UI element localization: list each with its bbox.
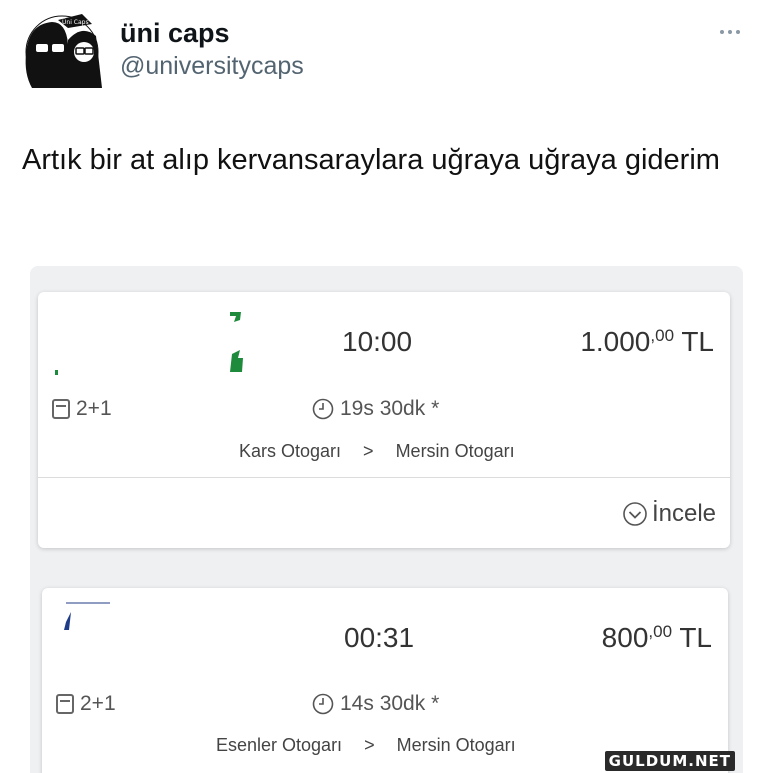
bus-company-logo: [55, 312, 243, 375]
more-button[interactable]: [712, 24, 748, 40]
clock-icon: [312, 693, 334, 715]
trip-duration: 14s 30dk *: [312, 692, 439, 716]
route-arrow: >: [364, 735, 375, 755]
route-origin: Kars Otogarı: [239, 441, 342, 461]
route-arrow: >: [363, 441, 374, 461]
avatar[interactable]: Üni Caps: [22, 14, 104, 88]
display-name[interactable]: üni caps: [120, 18, 230, 49]
trip-duration: 19s 30dk *: [312, 397, 439, 421]
avatar-logo-text: Üni Caps: [62, 19, 89, 26]
card-divider: [38, 477, 730, 478]
chevron-down-circle-icon: [623, 502, 647, 526]
departure-time: 00:31: [344, 622, 415, 653]
seat-icon: [56, 694, 74, 714]
route-destination: Mersin Otogarı: [396, 735, 516, 755]
site-watermark: GULDUM.NET: [604, 751, 735, 771]
tweet-media-screenshot[interactable]: 10:00 1.000,00 TL 2+1 19s 30dk * Kars Ot…: [30, 266, 743, 773]
bus-company-logo: [64, 602, 110, 630]
tweet-text: Artık bir at alıp kervansaraylara uğraya…: [22, 144, 720, 176]
more-icon: [720, 30, 724, 34]
details-button[interactable]: İncele: [622, 500, 716, 528]
route-origin: Esenler Otogarı: [216, 735, 343, 755]
more-icon: [736, 30, 740, 34]
seat-icon: [52, 399, 70, 419]
route-destination: Mersin Otogarı: [395, 441, 515, 461]
clock-icon: [312, 398, 334, 420]
ticket-price: 1.000,00 TL: [580, 326, 714, 357]
route: Esenler Otogarı > Mersin Otogarı: [216, 735, 516, 756]
user-handle[interactable]: @universitycaps: [120, 52, 304, 81]
ticket-card[interactable]: 10:00 1.000,00 TL 2+1 19s 30dk * Kars Ot…: [38, 292, 730, 548]
departure-time: 10:00: [342, 326, 413, 357]
tweet-header: Üni Caps üni caps @universitycaps: [22, 12, 752, 92]
ticket-price: 800,00 TL: [601, 622, 712, 653]
more-icon: [728, 30, 732, 34]
seat-layout: 2+1: [56, 692, 116, 716]
seat-layout: 2+1: [52, 397, 112, 421]
route: Kars Otogarı > Mersin Otogarı: [239, 441, 515, 462]
ticket-card[interactable]: 00:31 800,00 TL 2+1 14s 30dk * Esenler O…: [42, 588, 728, 773]
